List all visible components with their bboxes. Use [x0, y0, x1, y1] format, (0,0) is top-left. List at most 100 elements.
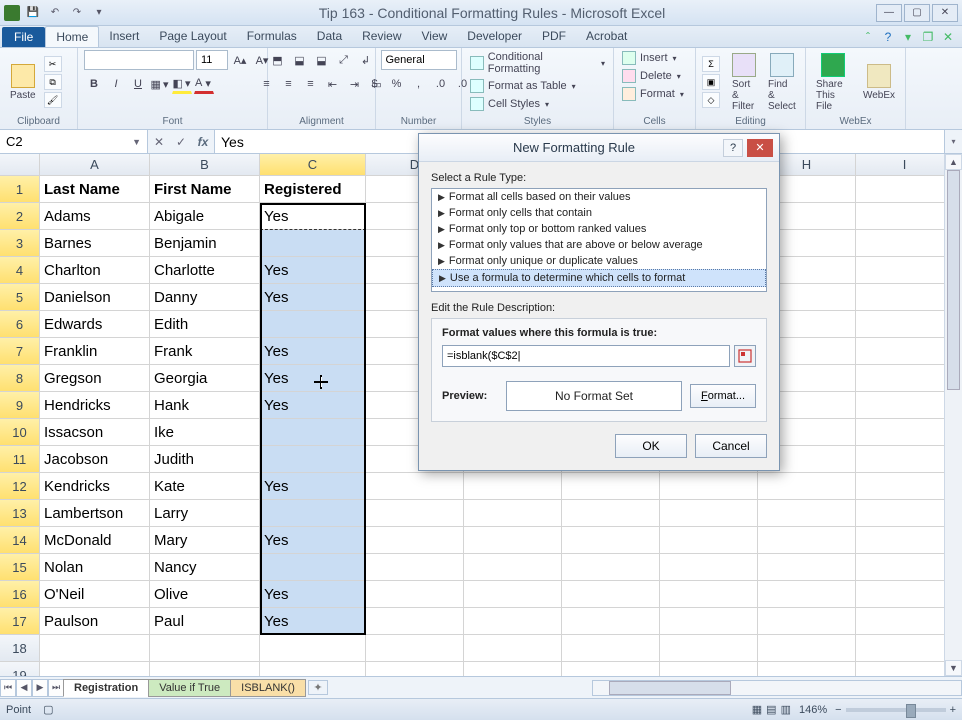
row-header[interactable]: 11	[0, 446, 40, 473]
cell[interactable]	[40, 662, 150, 676]
cell[interactable]	[856, 203, 954, 230]
cell[interactable]	[758, 608, 856, 635]
cell[interactable]	[758, 581, 856, 608]
align-top-icon[interactable]: ⬒	[268, 50, 288, 70]
cell[interactable]: Yes	[260, 473, 366, 500]
cell[interactable]	[562, 662, 660, 676]
cell[interactable]	[260, 419, 366, 446]
row-header[interactable]: 18	[0, 635, 40, 662]
currency-icon[interactable]: $	[365, 74, 385, 94]
cell[interactable]	[366, 581, 464, 608]
page-break-view-icon[interactable]: ▥	[781, 703, 791, 716]
file-tab[interactable]: File	[2, 27, 45, 47]
format-painter-button[interactable]: 🖌	[44, 92, 62, 108]
cell[interactable]	[464, 662, 562, 676]
cell[interactable]: Yes	[260, 527, 366, 554]
rule-type-item[interactable]: ▶ Format only top or bottom ranked value…	[432, 221, 766, 237]
cell[interactable]: Olive	[150, 581, 260, 608]
number-format-combo[interactable]: General	[381, 50, 457, 70]
cell[interactable]: Judith	[150, 446, 260, 473]
underline-button[interactable]: U	[128, 74, 148, 94]
ribbon-options-icon[interactable]: ▾	[900, 29, 916, 45]
cell[interactable]: Hank	[150, 392, 260, 419]
cell[interactable]: Yes	[260, 257, 366, 284]
column-header[interactable]: C	[260, 154, 366, 176]
rule-type-item[interactable]: ▶ Format only cells that contain	[432, 205, 766, 221]
row-header[interactable]: 7	[0, 338, 40, 365]
restore-window-icon[interactable]: ❐	[920, 29, 936, 45]
cell[interactable]: Franklin	[40, 338, 150, 365]
ribbon-tab-review[interactable]: Review	[352, 26, 411, 47]
insert-cells-button[interactable]: Insert▾	[620, 50, 679, 66]
increase-font-icon[interactable]: A▴	[230, 50, 250, 70]
redo-button[interactable]: ↷	[68, 4, 86, 22]
row-header[interactable]: 10	[0, 419, 40, 446]
cell[interactable]	[464, 581, 562, 608]
cell[interactable]	[562, 608, 660, 635]
normal-view-icon[interactable]: ▦	[752, 703, 762, 716]
cell[interactable]: Ike	[150, 419, 260, 446]
cell[interactable]	[856, 284, 954, 311]
sheet-tab[interactable]: Value if True	[148, 679, 231, 697]
cell[interactable]: Charlton	[40, 257, 150, 284]
column-header[interactable]: B	[150, 154, 260, 176]
sheet-tab[interactable]: ISBLANK()	[230, 679, 306, 697]
cell[interactable]: Yes	[260, 581, 366, 608]
cell[interactable]	[260, 500, 366, 527]
close-window-button[interactable]: ✕	[932, 4, 958, 22]
sheet-nav-button[interactable]: ◀	[16, 679, 32, 697]
cell[interactable]: First Name	[150, 176, 260, 203]
row-header[interactable]: 13	[0, 500, 40, 527]
cut-button[interactable]: ✂	[44, 56, 62, 72]
ribbon-tab-insert[interactable]: Insert	[99, 26, 149, 47]
rule-type-item[interactable]: ▶ Use a formula to determine which cells…	[432, 269, 766, 287]
cell[interactable]	[856, 311, 954, 338]
undo-button[interactable]: ↶	[46, 4, 64, 22]
cell[interactable]: Gregson	[40, 365, 150, 392]
cell[interactable]	[464, 608, 562, 635]
align-right-icon[interactable]: ≡	[301, 74, 321, 94]
cell[interactable]	[856, 608, 954, 635]
row-header[interactable]: 8	[0, 365, 40, 392]
cell[interactable]: Yes	[260, 392, 366, 419]
cancel-entry-icon[interactable]: ✕	[148, 135, 170, 149]
cell[interactable]: Yes	[260, 284, 366, 311]
cell[interactable]	[150, 635, 260, 662]
orientation-icon[interactable]: ⤢	[334, 50, 354, 70]
cell[interactable]: Georgia	[150, 365, 260, 392]
font-color-button[interactable]: A▾	[194, 74, 214, 94]
cell[interactable]	[464, 527, 562, 554]
cell[interactable]	[260, 230, 366, 257]
scroll-thumb[interactable]	[947, 170, 960, 390]
cell[interactable]	[758, 527, 856, 554]
page-layout-view-icon[interactable]: ▤	[766, 703, 776, 716]
cell[interactable]: Mary	[150, 527, 260, 554]
cell[interactable]	[562, 581, 660, 608]
select-all-corner[interactable]	[0, 154, 40, 176]
fill-icon[interactable]: ▣	[702, 74, 720, 90]
cell[interactable]	[660, 473, 758, 500]
cell[interactable]	[464, 554, 562, 581]
cell[interactable]	[856, 554, 954, 581]
cell[interactable]	[856, 257, 954, 284]
cell[interactable]	[856, 446, 954, 473]
row-header[interactable]: 5	[0, 284, 40, 311]
cell[interactable]	[660, 500, 758, 527]
italic-button[interactable]: I	[106, 74, 126, 94]
cancel-button[interactable]: Cancel	[695, 434, 767, 458]
autosum-icon[interactable]: Σ	[702, 56, 720, 72]
conditional-formatting-button[interactable]: Conditional Formatting▾	[468, 50, 607, 76]
cell[interactable]	[856, 230, 954, 257]
ribbon-tab-developer[interactable]: Developer	[457, 26, 532, 47]
rule-type-item[interactable]: ▶ Format only values that are above or b…	[432, 237, 766, 253]
cell[interactable]	[150, 662, 260, 676]
row-header[interactable]: 3	[0, 230, 40, 257]
cell[interactable]: Registered	[260, 176, 366, 203]
fx-icon[interactable]: fx	[192, 135, 214, 149]
cell[interactable]	[856, 176, 954, 203]
bold-button[interactable]: B	[84, 74, 104, 94]
ribbon-tab-data[interactable]: Data	[307, 26, 352, 47]
cell[interactable]	[366, 635, 464, 662]
cell[interactable]	[856, 581, 954, 608]
ribbon-tab-pdf[interactable]: PDF	[532, 26, 576, 47]
